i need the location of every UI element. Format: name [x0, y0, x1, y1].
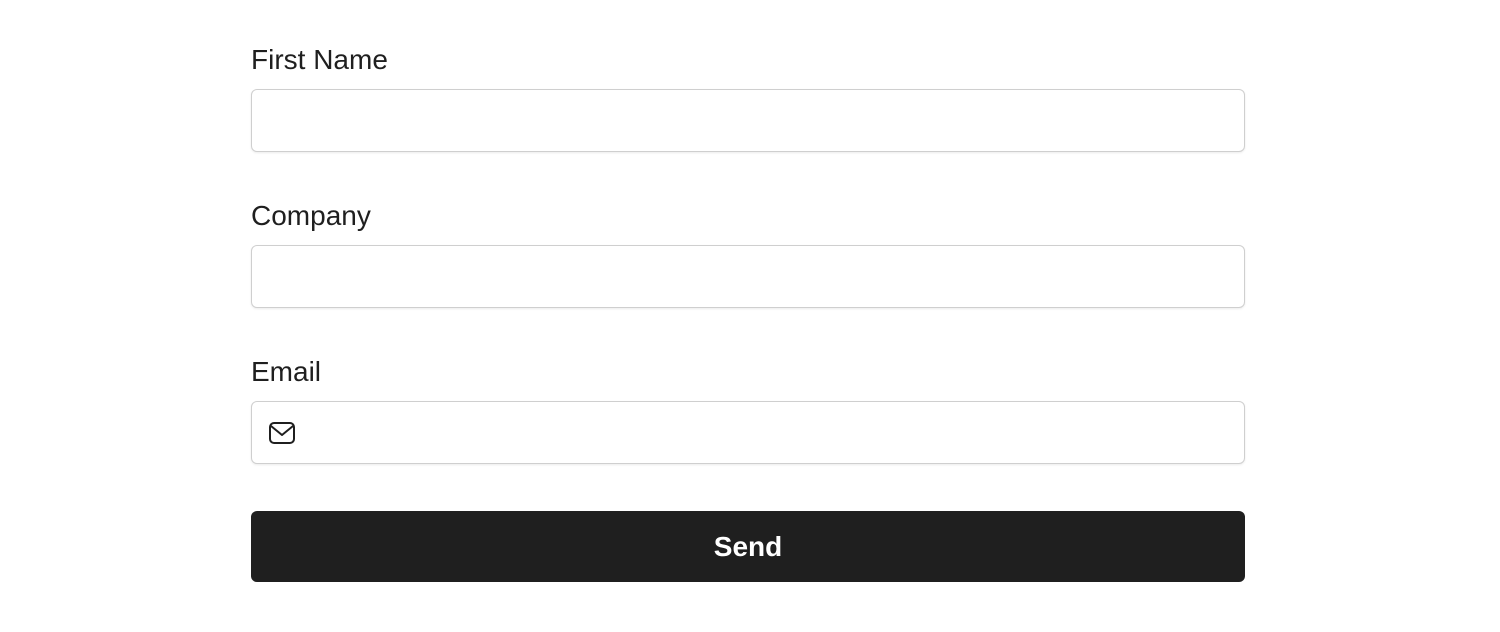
company-label: Company	[251, 200, 371, 231]
first-name-field-wrapper	[251, 89, 1245, 152]
send-button[interactable]: Send	[251, 511, 1245, 582]
company-input[interactable]	[252, 246, 1244, 307]
first-name-label: First Name	[251, 44, 388, 75]
company-field-wrapper	[251, 245, 1245, 308]
email-label: Email	[251, 356, 322, 387]
first-name-input[interactable]	[252, 90, 1244, 151]
email-field-wrapper	[251, 401, 1245, 464]
email-input[interactable]	[252, 402, 1244, 463]
